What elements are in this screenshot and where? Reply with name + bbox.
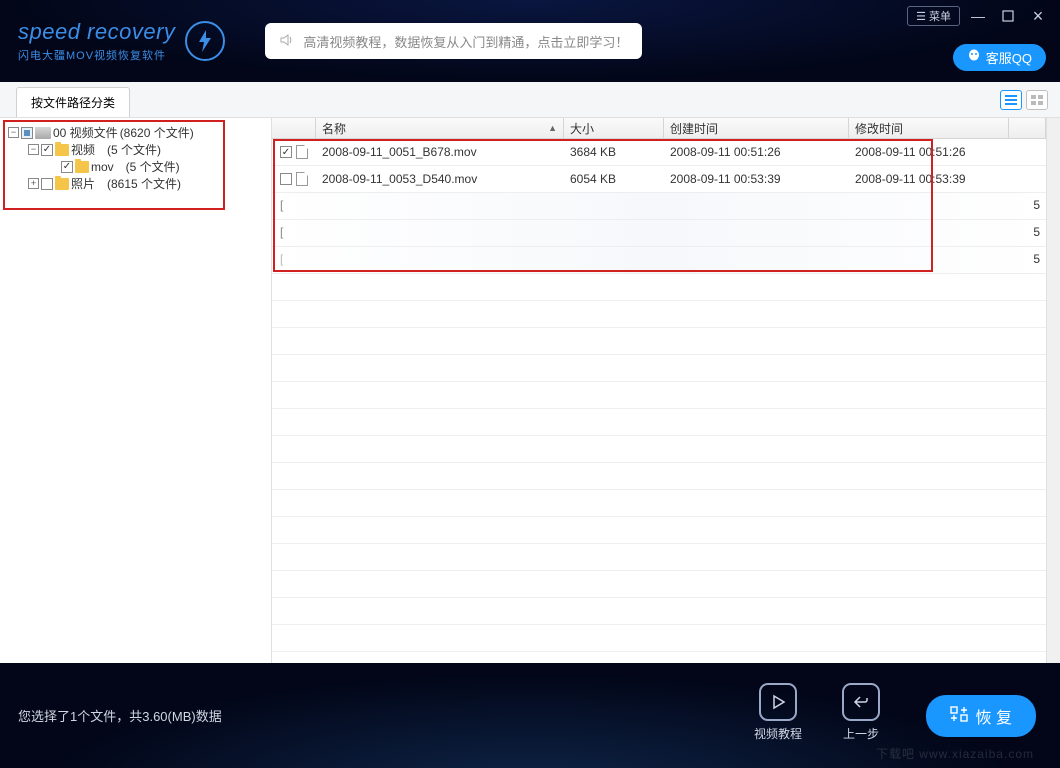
col-ctime[interactable]: 创建时间 xyxy=(664,118,849,138)
app-header: speed recovery 闪电大疆MOV视频恢复软件 高清视频教程，数据恢复… xyxy=(0,0,1060,82)
window-controls: ☰ 菜单 — × xyxy=(907,6,1050,26)
main-content: − 00 视频文件 (8620 个文件) − 视频 (5 个文件) mov (5… xyxy=(0,118,1060,663)
promo-text: 高清视频教程，数据恢复从入门到精通，点击立即学习！ xyxy=(303,32,628,51)
cell-name: 2008-09-11_0051_B678.mov xyxy=(316,145,564,159)
view-toggle-group xyxy=(1000,90,1048,110)
watermark: 下载吧 www.xiazaiba.com xyxy=(876,745,1034,762)
footer: 您选择了1个文件，共3.60(MB)数据 视频教程 上一步 恢 复 下载吧 ww… xyxy=(0,663,1060,768)
cell-ctime: 2008-09-11 00:51:26 xyxy=(664,145,849,159)
sort-asc-icon: ▲ xyxy=(548,123,557,133)
col-checkbox[interactable] xyxy=(272,118,316,138)
cell-mtime: 2008-09-11 00:51:26 xyxy=(849,145,1009,159)
speaker-icon xyxy=(279,32,295,51)
table-row[interactable]: 2008-09-11_0053_D540.mov 6054 KB 2008-09… xyxy=(272,166,1046,193)
back-icon xyxy=(842,683,880,721)
minimize-button[interactable]: — xyxy=(966,6,990,26)
col-name[interactable]: 名称 ▲ xyxy=(316,118,564,138)
recover-icon xyxy=(950,706,968,727)
cell-mtime: 2008-09-11 00:53:39 xyxy=(849,172,1009,186)
checkbox[interactable] xyxy=(41,144,53,156)
tree-node-mov[interactable]: mov (5 个文件) xyxy=(8,158,263,175)
list-view-button[interactable] xyxy=(1000,90,1022,110)
hamburger-icon: ☰ xyxy=(916,10,926,23)
folder-icon xyxy=(55,144,69,156)
tree-node-video[interactable]: − 视频 (5 个文件) xyxy=(8,141,263,158)
col-size[interactable]: 大小 xyxy=(564,118,664,138)
checkbox[interactable] xyxy=(280,173,292,185)
empty-rows xyxy=(272,274,1046,652)
tree-panel: − 00 视频文件 (8620 个文件) − 视频 (5 个文件) mov (5… xyxy=(0,118,272,663)
blurred-row: [5 xyxy=(272,247,1046,274)
qq-support-button[interactable]: 客服QQ xyxy=(953,44,1046,71)
logo-area: speed recovery 闪电大疆MOV视频恢复软件 xyxy=(0,19,225,63)
menu-button[interactable]: ☰ 菜单 xyxy=(907,6,960,26)
toolbar: 按文件路径分类 xyxy=(0,82,1060,118)
logo-title: speed recovery xyxy=(18,19,175,45)
promo-banner[interactable]: 高清视频教程，数据恢复从入门到精通，点击立即学习！ xyxy=(265,23,642,59)
checkbox[interactable] xyxy=(61,161,73,173)
status-text: 您选择了1个文件，共3.60(MB)数据 xyxy=(0,706,222,725)
tree-root-node[interactable]: − 00 视频文件 (8620 个文件) xyxy=(8,124,263,141)
collapse-icon[interactable]: − xyxy=(8,127,19,138)
play-icon xyxy=(759,683,797,721)
checkbox[interactable] xyxy=(280,146,292,158)
grid-view-button[interactable] xyxy=(1026,90,1048,110)
cell-size: 6054 KB xyxy=(564,172,664,186)
expand-icon[interactable]: + xyxy=(28,178,39,189)
folder-icon xyxy=(55,178,69,190)
logo-subtitle: 闪电大疆MOV视频恢复软件 xyxy=(18,47,175,63)
checkbox[interactable] xyxy=(21,127,33,139)
video-tutorial-button[interactable]: 视频教程 xyxy=(754,683,802,742)
file-icon xyxy=(296,172,308,186)
blurred-row: [5 xyxy=(272,193,1046,220)
table-body: 2008-09-11_0051_B678.mov 3684 KB 2008-09… xyxy=(272,139,1046,652)
recover-button[interactable]: 恢 复 xyxy=(926,695,1036,737)
footer-actions: 视频教程 上一步 xyxy=(754,683,880,742)
cell-size: 3684 KB xyxy=(564,145,664,159)
tab-by-path[interactable]: 按文件路径分类 xyxy=(16,87,130,117)
table-row[interactable]: 2008-09-11_0051_B678.mov 3684 KB 2008-09… xyxy=(272,139,1046,166)
bolt-icon xyxy=(185,21,225,61)
drive-icon xyxy=(35,127,51,139)
blurred-row: [5 xyxy=(272,220,1046,247)
table-header: 名称 ▲ 大小 创建时间 修改时间 xyxy=(272,118,1046,139)
folder-icon xyxy=(75,161,89,173)
tree-node-photo[interactable]: + 照片 (8615 个文件) xyxy=(8,175,263,192)
file-list-panel: 名称 ▲ 大小 创建时间 修改时间 2008-09-11_0051_B678.m… xyxy=(272,118,1046,663)
cell-ctime: 2008-09-11 00:53:39 xyxy=(664,172,849,186)
checkbox[interactable] xyxy=(41,178,53,190)
maximize-button[interactable] xyxy=(996,6,1020,26)
qq-icon xyxy=(967,49,981,66)
collapse-icon[interactable]: − xyxy=(28,144,39,155)
close-button[interactable]: × xyxy=(1026,6,1050,26)
previous-button[interactable]: 上一步 xyxy=(842,683,880,742)
cell-name: 2008-09-11_0053_D540.mov xyxy=(316,172,564,186)
file-icon xyxy=(296,145,308,159)
col-spacer xyxy=(1009,118,1046,138)
vertical-scrollbar[interactable] xyxy=(1046,118,1060,663)
col-mtime[interactable]: 修改时间 xyxy=(849,118,1009,138)
